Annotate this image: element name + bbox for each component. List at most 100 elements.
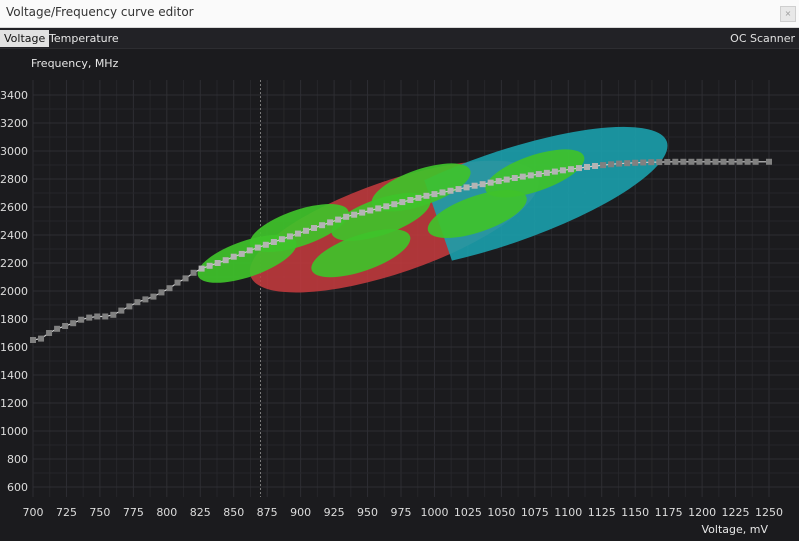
vf-curve-point[interactable]	[230, 253, 237, 260]
vf-curve-point[interactable]	[375, 205, 382, 212]
vf-curve-point[interactable]	[487, 179, 494, 186]
vf-curve-point[interactable]	[311, 225, 318, 231]
vf-curve-point[interactable]	[238, 250, 245, 257]
vf-curve-point[interactable]	[608, 161, 615, 168]
vf-curve-point[interactable]	[407, 197, 414, 203]
vf-curve-point[interactable]	[431, 191, 438, 198]
vf-curve-point[interactable]	[222, 257, 229, 264]
vf-curve-point[interactable]	[511, 175, 518, 182]
vf-curve-point[interactable]	[319, 222, 326, 229]
vf-curve-point[interactable]	[383, 203, 390, 210]
vf-curve-point[interactable]	[688, 158, 695, 165]
vf-curve-point[interactable]	[142, 296, 149, 303]
vf-curve-point[interactable]	[543, 169, 550, 176]
vf-curve-point[interactable]	[270, 239, 277, 245]
vf-curve-point[interactable]	[190, 269, 197, 276]
vf-curve-point[interactable]	[463, 184, 470, 191]
vf-curve-point[interactable]	[559, 167, 566, 174]
vf-curve-point[interactable]	[720, 158, 727, 165]
vf-curve-point[interactable]	[335, 216, 342, 223]
vf-curve-point[interactable]	[632, 159, 639, 166]
vf-curve-point[interactable]	[439, 189, 446, 196]
vf-curve-point[interactable]	[736, 158, 743, 165]
vf-curve-point[interactable]	[102, 313, 109, 320]
vf-curve-point[interactable]	[94, 313, 101, 320]
vf-curve-point[interactable]	[246, 247, 253, 254]
vf-curve-point[interactable]	[182, 275, 189, 282]
vf-curve-point[interactable]	[624, 160, 631, 167]
vf-curve-point[interactable]	[294, 230, 301, 237]
vf-curve-point[interactable]	[447, 187, 454, 194]
vf-curve-point[interactable]	[62, 323, 69, 329]
y-tick-label: 800	[7, 453, 28, 466]
vf-curve-point[interactable]	[359, 209, 366, 216]
vf-curve-point[interactable]	[495, 178, 502, 185]
vf-curve-chart[interactable]: 700 725 750 775 800 825 850 875 900 925 950 975 1000…	[0, 0, 799, 541]
vf-curve-point[interactable]	[471, 182, 478, 189]
vf-curve-point[interactable]	[584, 163, 591, 170]
vf-curve-point[interactable]	[70, 320, 77, 327]
vf-curve-point[interactable]	[696, 158, 703, 165]
vf-curve-point[interactable]	[455, 186, 462, 193]
vf-curve-point[interactable]	[672, 158, 679, 165]
vf-curve-point[interactable]	[126, 303, 133, 310]
vf-curve-point[interactable]	[214, 260, 221, 266]
x-tick-label: 1175	[655, 506, 683, 519]
vf-curve-point[interactable]	[664, 158, 671, 165]
vf-curve-point[interactable]	[262, 241, 269, 248]
vf-curve-point[interactable]	[166, 285, 173, 292]
x-tick-label: 800	[156, 506, 177, 519]
vf-curve-point[interactable]	[551, 168, 558, 175]
vf-curve-point[interactable]	[30, 337, 36, 343]
vf-curve-point[interactable]	[206, 262, 213, 269]
vf-curve-point[interactable]	[600, 162, 607, 169]
vf-curve-point[interactable]	[575, 165, 582, 172]
vf-curve-point[interactable]	[38, 335, 45, 342]
y-tick-label: 2000	[0, 285, 28, 298]
y-tick-label: 1600	[0, 341, 28, 354]
vf-curve-point[interactable]	[110, 311, 117, 318]
y-tick-label: 2200	[0, 257, 28, 270]
vf-curve-point[interactable]	[415, 194, 422, 201]
vf-curve-point[interactable]	[744, 158, 751, 165]
vf-curve-point[interactable]	[527, 172, 534, 179]
vf-curve-point[interactable]	[423, 192, 430, 199]
vf-curve-point[interactable]	[399, 199, 406, 206]
vf-curve-point[interactable]	[640, 159, 647, 166]
vf-curve-point[interactable]	[158, 289, 165, 296]
vf-curve-point[interactable]	[174, 279, 181, 286]
vf-curve-point[interactable]	[118, 307, 125, 314]
vf-curve-point[interactable]	[680, 158, 687, 165]
vf-curve-point[interactable]	[712, 158, 719, 165]
vf-curve-point[interactable]	[391, 201, 398, 208]
vf-curve-point[interactable]	[648, 159, 655, 166]
vf-curve-point[interactable]	[78, 316, 85, 323]
vf-curve-point[interactable]	[351, 211, 358, 218]
vf-curve-point[interactable]	[616, 160, 623, 167]
vf-curve-point[interactable]	[367, 207, 374, 214]
vf-curve-point[interactable]	[198, 265, 205, 272]
vf-curve-point[interactable]	[728, 158, 735, 165]
vf-curve-point[interactable]	[592, 162, 599, 169]
vf-curve-point[interactable]	[704, 158, 711, 165]
vf-curve-point[interactable]	[766, 158, 772, 165]
vf-curve-point[interactable]	[150, 293, 157, 300]
vf-curve-point[interactable]	[656, 159, 663, 166]
vf-curve-point[interactable]	[752, 158, 759, 165]
vf-curve-point[interactable]	[134, 299, 141, 306]
vf-curve-point[interactable]	[302, 227, 309, 234]
vf-curve-point[interactable]	[46, 330, 53, 336]
vf-curve-point[interactable]	[327, 219, 334, 226]
vf-curve-point[interactable]	[278, 236, 285, 243]
vf-curve-point[interactable]	[535, 171, 542, 178]
vf-curve-point[interactable]	[54, 325, 61, 332]
vf-curve-point[interactable]	[503, 176, 510, 183]
vf-curve-point[interactable]	[519, 173, 526, 180]
vf-curve-point[interactable]	[567, 166, 574, 173]
vf-curve-point[interactable]	[254, 244, 261, 251]
x-tick-label: 900	[290, 506, 311, 519]
vf-curve-point[interactable]	[286, 233, 293, 240]
vf-curve-point[interactable]	[479, 181, 486, 188]
vf-curve-point[interactable]	[343, 213, 350, 220]
vf-curve-point[interactable]	[86, 314, 93, 321]
